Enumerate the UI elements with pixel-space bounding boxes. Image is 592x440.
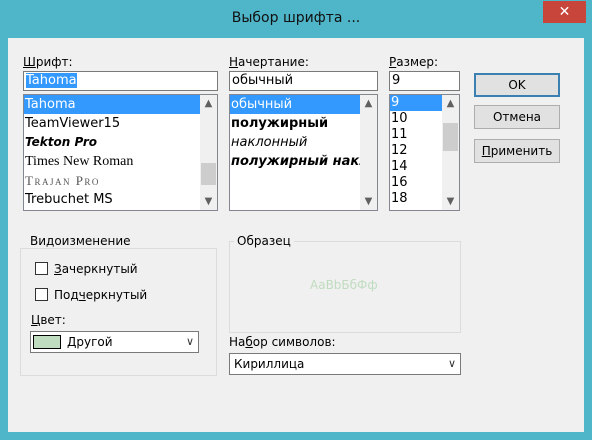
style-input[interactable]: обычный bbox=[229, 71, 378, 91]
list-item[interactable]: 12 bbox=[390, 143, 442, 159]
chevron-down-icon[interactable]: ∨ bbox=[448, 357, 456, 370]
effects-group-title: Видоизменение bbox=[27, 234, 134, 248]
underline-checkbox[interactable] bbox=[35, 288, 48, 301]
list-item[interactable]: Times New Roman bbox=[24, 152, 200, 171]
color-combobox[interactable]: Другой ∨ bbox=[30, 331, 199, 353]
charset-label: Набор символов: bbox=[229, 335, 336, 349]
scroll-up-arrow-icon[interactable]: ▲ bbox=[442, 95, 459, 112]
underline-label[interactable]: Подчеркнутый bbox=[54, 288, 147, 302]
color-value: Другой bbox=[67, 335, 113, 349]
font-list[interactable]: Tahoma TeamViewer15 Tekton Pro Times New Ro… bbox=[23, 94, 218, 211]
list-item[interactable]: обычный bbox=[230, 95, 360, 114]
font-name-input[interactable]: Tahoma bbox=[23, 71, 218, 91]
list-item[interactable]: Trebuchet MS bbox=[24, 190, 200, 209]
scroll-up-arrow-icon[interactable]: ▲ bbox=[360, 95, 377, 112]
scroll-thumb[interactable] bbox=[443, 123, 458, 151]
window-title: Выбор шрифта ... bbox=[231, 10, 361, 26]
dialog-client: Шрифт: Tahoma Tahoma TeamViewer15 Tekton P… bbox=[8, 38, 584, 432]
close-button[interactable]: ✕ bbox=[543, 1, 586, 23]
charset-combobox[interactable]: Кириллица ∨ bbox=[229, 353, 461, 375]
size-list-scrollbar[interactable]: ▲ ▼ bbox=[442, 95, 459, 210]
list-item[interactable]: 14 bbox=[390, 159, 442, 175]
style-label: Начертание: bbox=[229, 55, 309, 69]
style-list-scrollbar[interactable]: ▲ ▼ bbox=[360, 95, 377, 210]
list-item[interactable]: 11 bbox=[390, 127, 442, 143]
ok-button[interactable]: OK bbox=[474, 73, 560, 97]
size-list[interactable]: 9 10 11 12 14 16 18 ▲ ▼ bbox=[389, 94, 460, 211]
font-label: Шрифт: bbox=[23, 55, 73, 69]
color-swatch bbox=[33, 335, 61, 349]
apply-button[interactable]: Применить bbox=[474, 139, 560, 163]
list-item[interactable]: Trajan Pro bbox=[24, 171, 200, 190]
list-item[interactable]: полужирный bbox=[230, 114, 360, 133]
title-bar[interactable]: Выбор шрифта ... ✕ bbox=[0, 0, 592, 38]
cancel-button[interactable]: Отмена bbox=[474, 105, 560, 129]
list-item[interactable]: TeamViewer15 bbox=[24, 114, 200, 133]
scroll-down-arrow-icon[interactable]: ▼ bbox=[360, 193, 377, 210]
list-item[interactable]: Tekton Pro bbox=[24, 133, 200, 152]
list-item[interactable]: Tahoma bbox=[24, 95, 200, 114]
list-item[interactable]: 18 bbox=[390, 191, 442, 207]
list-item[interactable]: полужирный наклонный bbox=[230, 152, 360, 171]
size-label: Размер: bbox=[389, 55, 439, 69]
charset-value: Кириллица bbox=[234, 357, 305, 371]
dialog-window: Выбор шрифта ... ✕ Шрифт: Tahoma Tahoma T… bbox=[0, 0, 592, 440]
list-item[interactable]: 16 bbox=[390, 175, 442, 191]
color-label: Цвет: bbox=[31, 313, 66, 327]
sample-text: AaBbБбФф bbox=[310, 278, 378, 292]
scroll-up-arrow-icon[interactable]: ▲ bbox=[200, 95, 217, 112]
scroll-down-arrow-icon[interactable]: ▼ bbox=[200, 193, 217, 210]
scroll-down-arrow-icon[interactable]: ▼ bbox=[442, 193, 459, 210]
strikeout-label[interactable]: Зачеркнутый bbox=[54, 262, 138, 276]
font-list-scrollbar[interactable]: ▲ ▼ bbox=[200, 95, 217, 210]
list-item[interactable]: 9 bbox=[390, 95, 442, 111]
strikeout-checkbox[interactable] bbox=[35, 262, 48, 275]
size-input[interactable]: 9 bbox=[389, 71, 460, 91]
style-list[interactable]: обычный полужирный наклонный полужирный нак… bbox=[229, 94, 378, 211]
sample-group-title: Образец bbox=[234, 234, 294, 248]
chevron-down-icon[interactable]: ∨ bbox=[186, 335, 194, 348]
list-item[interactable]: наклонный bbox=[230, 133, 360, 152]
scroll-thumb[interactable] bbox=[201, 163, 216, 185]
list-item[interactable]: 10 bbox=[390, 111, 442, 127]
